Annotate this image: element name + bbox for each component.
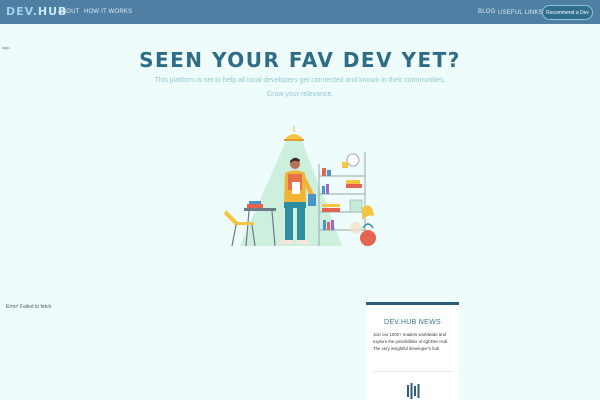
news-divider — [373, 371, 452, 372]
hero-subtitle: This platform is set to help all local d… — [154, 77, 446, 84]
nav-link-how-it-works[interactable]: HOW IT WORKS — [84, 9, 132, 15]
hero-tagline: Grow your relevance. — [266, 91, 334, 98]
recommend-dev-button[interactable]: Recommend a Dev — [542, 5, 593, 20]
nav-link-blog[interactable]: BLOG — [478, 9, 495, 15]
news-body: Join our 1000+ readers worldwide and exp… — [373, 332, 449, 351]
news-title: DEV.HUB NEWS — [383, 319, 442, 326]
useful-links-label: USEFUL LINKS — [498, 10, 543, 16]
hero-title: SEEN YOUR FAV DEV YET? — [139, 48, 461, 72]
nav-link-useful-links[interactable]: USEFUL LINKS ▾ — [498, 9, 548, 16]
fetch-error-message: Error! Failed to fetch — [6, 304, 52, 310]
top-navbar: DEV.HUB ABOUT HOW IT WORKS BLOG USEFUL L… — [0, 0, 600, 24]
bars-icon — [407, 383, 420, 399]
logo-text-a: DEV. — [6, 5, 38, 18]
developer-bookshelf-illustration — [224, 126, 376, 247]
news-card: DEV.HUB NEWS Join our 1000+ readers worl… — [366, 302, 459, 400]
nav-link-about[interactable]: ABOUT — [58, 9, 80, 15]
